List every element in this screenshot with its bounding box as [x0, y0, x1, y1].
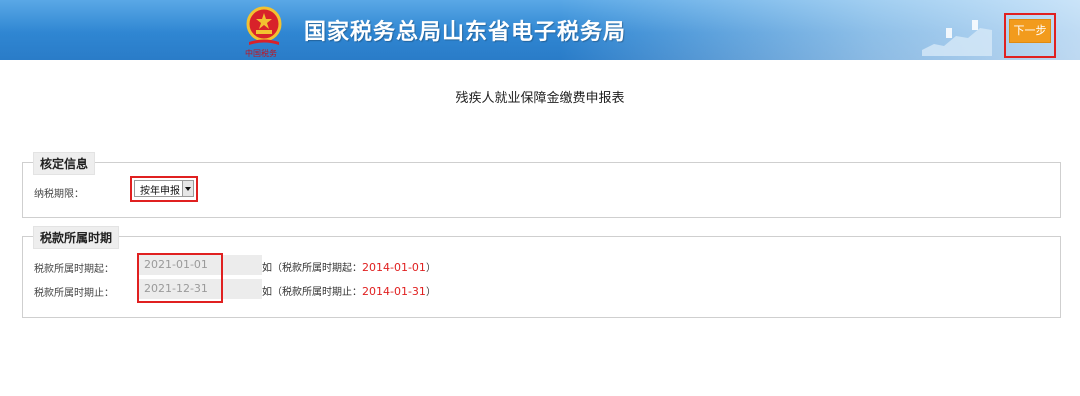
highlight-period-select: [130, 176, 198, 202]
period-start-hint-date: 2014-01-01: [362, 261, 426, 274]
header-background-glow: [560, 0, 1080, 60]
period-end-hint-suffix: ）: [425, 287, 436, 298]
period-start-label: 税款所属时期起：: [34, 264, 114, 275]
great-wall-icon: [922, 20, 992, 56]
tax-period-legend: 税款所属时期: [33, 226, 120, 249]
highlight-next-button: [1004, 13, 1056, 58]
top-header-bar: 中国税务 国家税务总局山东省电子税务局 下一步: [0, 0, 1080, 60]
period-start-hint-suffix: ）: [425, 263, 436, 274]
period-end-hint-prefix: 如（税款所属时期止：: [262, 287, 362, 298]
site-title: 国家税务总局山东省电子税务局: [304, 20, 627, 45]
verify-info-legend: 核定信息: [33, 152, 96, 175]
period-end-hint: 如（税款所属时期止：2014-01-31）: [262, 283, 436, 298]
period-end-label: 税款所属时期止：: [34, 288, 114, 299]
period-start-hint-prefix: 如（税款所属时期起：: [262, 263, 362, 274]
period-end-hint-date: 2014-01-31: [362, 285, 426, 298]
period-start-hint: 如（税款所属时期起：2014-01-01）: [262, 259, 436, 274]
national-emblem-icon: 中国税务: [245, 6, 282, 58]
tax-period-label: 纳税期限：: [34, 189, 84, 200]
svg-text:中国税务: 中国税务: [245, 48, 277, 58]
page-title: 残疾人就业保障金缴费申报表: [455, 91, 625, 106]
highlight-period-dates: [137, 253, 223, 303]
